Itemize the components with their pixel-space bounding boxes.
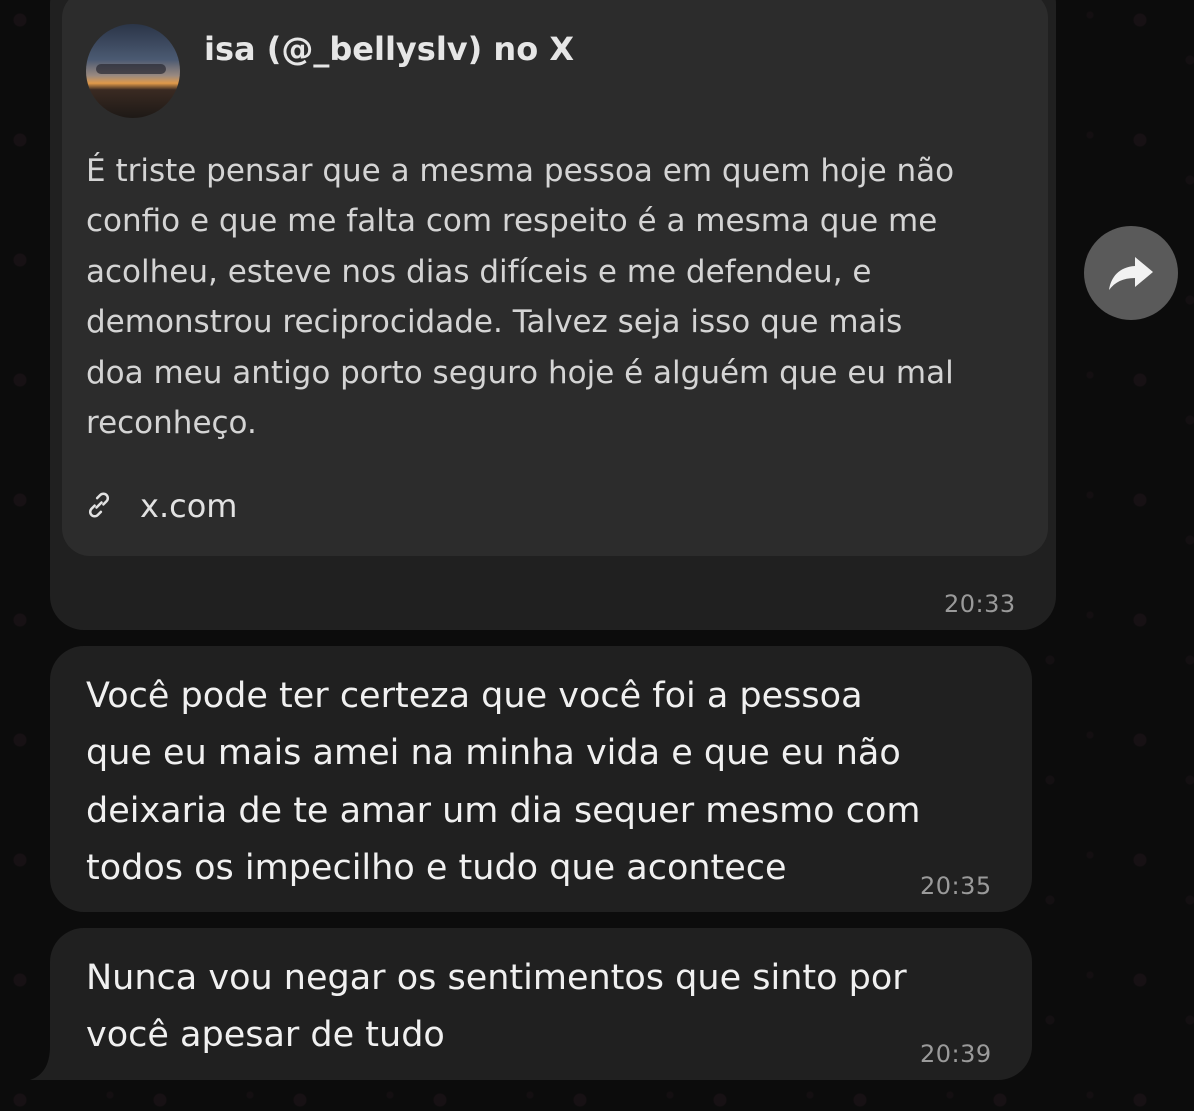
forward-button[interactable] (1084, 226, 1178, 320)
link-icon (88, 492, 110, 518)
preview-line: reconheço. (86, 405, 257, 442)
message-line: Você pode ter certeza que você foi a pes… (86, 676, 863, 716)
preview-line: acolheu, esteve nos dias difíceis e me d… (86, 253, 872, 290)
avatar (86, 24, 180, 118)
preview-line: demonstrou reciprocidade. Talvez seja is… (86, 304, 903, 341)
message-timestamp: 20:35 (920, 872, 992, 900)
preview-line: confio e que me falta com respeito é a m… (86, 203, 938, 240)
forward-arrow-icon (1109, 257, 1153, 290)
preview-line: É triste pensar que a mesma pessoa em qu… (86, 153, 955, 189)
message-line: deixaria de te amar um dia sequer mesmo … (86, 790, 921, 831)
message-timestamp: 20:33 (944, 590, 1016, 618)
message-line: que eu mais amei na minha vida e que eu … (86, 733, 901, 774)
message-line: Nunca vou negar os sentimentos que sinto… (86, 958, 907, 998)
message-line: você apesar de tudo (86, 1015, 445, 1056)
preview-line: doa meu antigo porto seguro hoje é algué… (86, 354, 954, 391)
message-text: Nunca vou negar os sentimentos que sinto… (86, 950, 907, 1065)
link-preview-body: É triste pensar que a mesma pessoa em qu… (86, 146, 1036, 448)
message-line: todos os impecilho e tudo que acontece (86, 847, 787, 888)
message-text: Você pode ter certeza que você foi a pes… (86, 668, 920, 897)
link-preview-title[interactable]: isa (@_bellyslv) no X (204, 30, 574, 68)
message-timestamp: 20:39 (920, 1040, 992, 1068)
link-url[interactable]: x.com (140, 487, 237, 525)
